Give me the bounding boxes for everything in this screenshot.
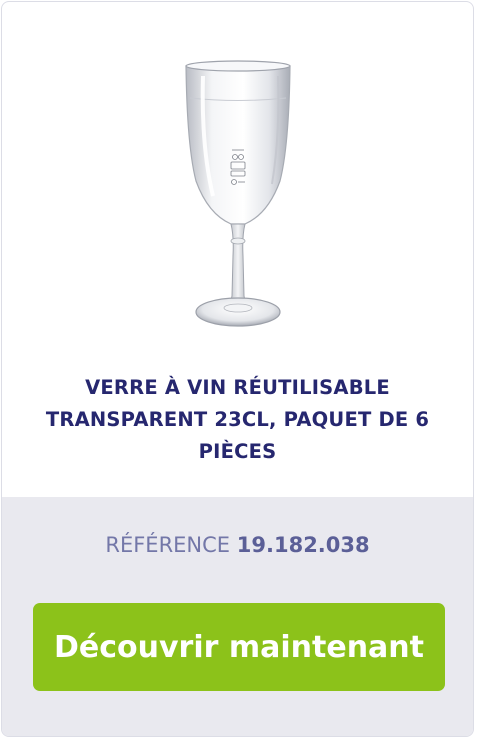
product-image[interactable] [2,2,473,347]
discover-now-button[interactable]: Découvrir maintenant [33,603,445,691]
wine-glass-icon [184,60,291,327]
reference-value: 19.182.038 [236,533,370,557]
card-footer: RÉFÉRENCE 19.182.038 Découvrir maintenan… [2,497,473,736]
product-reference: RÉFÉRENCE 19.182.038 [2,533,473,557]
product-card[interactable]: VERRE À VIN RÉUTILISABLE TRANSPARENT 23C… [1,1,474,737]
reference-label: RÉFÉRENCE [105,533,231,557]
product-title[interactable]: VERRE À VIN RÉUTILISABLE TRANSPARENT 23C… [42,372,433,468]
